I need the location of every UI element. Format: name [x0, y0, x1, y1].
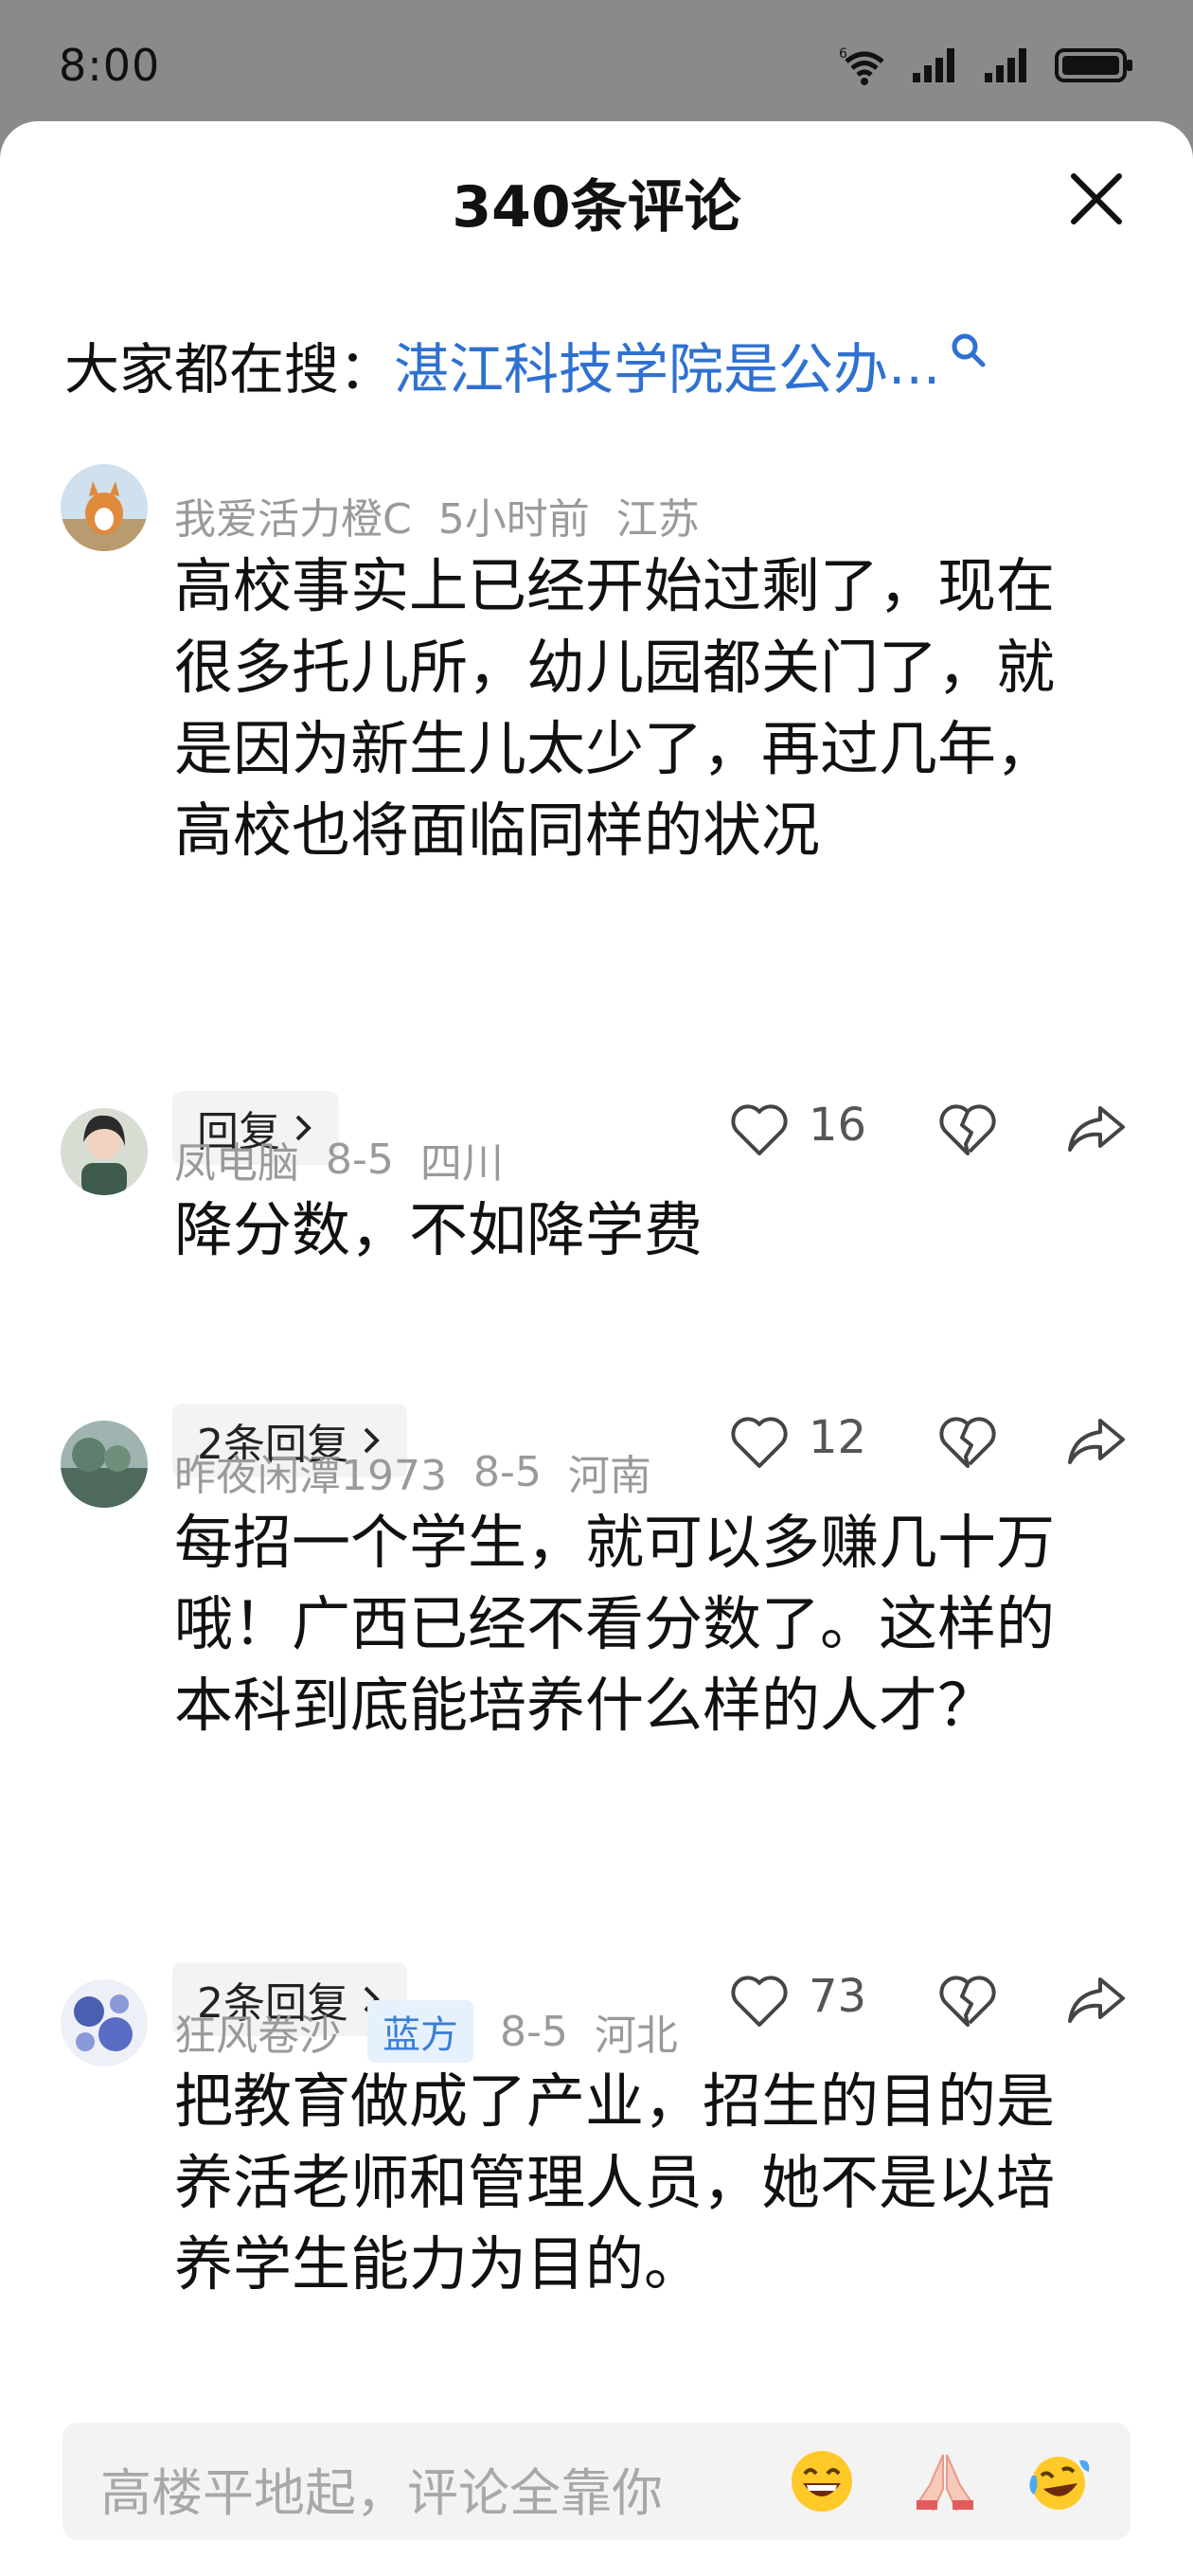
hot-search-ellipsis: ...: [888, 332, 941, 397]
comment-text: 把教育做成了产业，招生的目的是养活老师和管理人员，她不是以培养学生能力为目的。: [174, 2066, 1056, 2299]
status-icons: 6: [839, 42, 1134, 89]
comment-meta: 狂风卷沙 蓝方 8-5 河北: [174, 2000, 704, 2063]
avatar-flower-image: [61, 1979, 148, 2066]
comment-time: 8-5: [326, 1135, 394, 1184]
comment-actions: 12: [729, 1404, 1136, 1479]
comment-meta: 昨夜闲潭1973 8-5 河南: [174, 1441, 678, 1502]
signal-icon-2: [985, 48, 1026, 82]
comment-input[interactable]: 高楼平地起，评论全靠你: [62, 2423, 1131, 2540]
close-icon: [1071, 173, 1122, 224]
folded-hands-emoji-icon[interactable]: [911, 2447, 979, 2515]
comment-meta: 凤电脑 8-5 四川: [174, 1129, 530, 1190]
avatar[interactable]: [61, 1421, 148, 1508]
search-icon[interactable]: [950, 331, 988, 369]
avatar[interactable]: [61, 1108, 148, 1195]
status-time: 8:00: [59, 40, 161, 91]
avatar[interactable]: [61, 1979, 148, 2066]
avatar[interactable]: [61, 464, 148, 551]
share-icon[interactable]: [1066, 1413, 1127, 1470]
username[interactable]: 狂风卷沙: [174, 2001, 341, 2062]
crying-laughing-emoji-icon[interactable]: [1024, 2447, 1093, 2515]
comment-time: 8-5: [472, 1447, 542, 1496]
dislike-broken-heart-icon[interactable]: [937, 1974, 998, 2029]
like-count: 16: [809, 1099, 867, 1152]
comment-text: 高校事实上已经开始过剩了，现在很多托儿所，幼儿园都关门了，就是因为新生儿太少了，…: [174, 551, 1056, 865]
signal-icon: [913, 48, 954, 82]
username[interactable]: 凤电脑: [174, 1129, 299, 1190]
share-icon[interactable]: [1066, 1100, 1127, 1157]
grinning-face-emoji-icon[interactable]: [788, 2447, 856, 2515]
comment-location: 江苏: [615, 495, 700, 544]
comments-sheet: 340条评论 大家都在搜： 湛江科技学院是公办 ... 我爱活力橙C 5小时前 …: [0, 121, 1193, 2576]
like-heart-icon[interactable]: [729, 1974, 790, 2029]
username[interactable]: 我爱活力橙C: [174, 485, 412, 546]
comment-actions: 73: [729, 1962, 1136, 2038]
like-heart-icon[interactable]: [729, 1102, 790, 1157]
like-count: 73: [809, 1970, 867, 2023]
dislike-broken-heart-icon[interactable]: [937, 1102, 998, 1157]
avatar-person-image: [61, 1108, 148, 1195]
comment-actions: 16: [729, 1091, 1136, 1167]
username[interactable]: 昨夜闲潭1973: [174, 1441, 447, 1502]
like-count: 12: [809, 1411, 867, 1464]
status-bar: 8:00 6: [0, 0, 1193, 123]
hot-search-label: 大家都在搜：: [64, 337, 395, 402]
avatar-landscape-image: [61, 1421, 148, 1508]
comment-location: 河南: [567, 1452, 651, 1500]
battery-icon: [1055, 48, 1132, 82]
wifi-icon: 6: [839, 46, 884, 85]
comment-location: 河北: [594, 2012, 678, 2060]
comment-input-placeholder: 高楼平地起，评论全靠你: [100, 2463, 663, 2523]
dislike-broken-heart-icon[interactable]: [937, 1415, 998, 1470]
comment-time: 8-5: [500, 2007, 568, 2056]
comment-location: 四川: [419, 1139, 504, 1188]
comment-meta: 我爱活力橙C 5小时前 江苏: [174, 485, 726, 546]
share-icon[interactable]: [1066, 1972, 1127, 2029]
close-button[interactable]: [1066, 169, 1127, 229]
comment-text: 每招一个学生，就可以多赚几十万哦！广西已经不看分数了。这样的本科到底能培养什么样…: [174, 1508, 1056, 1740]
like-heart-icon[interactable]: [729, 1415, 790, 1470]
avatar-corgi-image: [61, 464, 148, 551]
comment-time: 5小时前: [437, 495, 590, 544]
comments-title: 340条评论: [452, 174, 741, 241]
comment-text: 降分数，不如降学费: [174, 1195, 703, 1264]
hot-search[interactable]: 大家都在搜： 湛江科技学院是公办 ...: [64, 322, 1125, 407]
user-badge: 蓝方: [367, 2000, 473, 2063]
hot-search-term[interactable]: 湛江科技学院是公办: [394, 325, 888, 404]
